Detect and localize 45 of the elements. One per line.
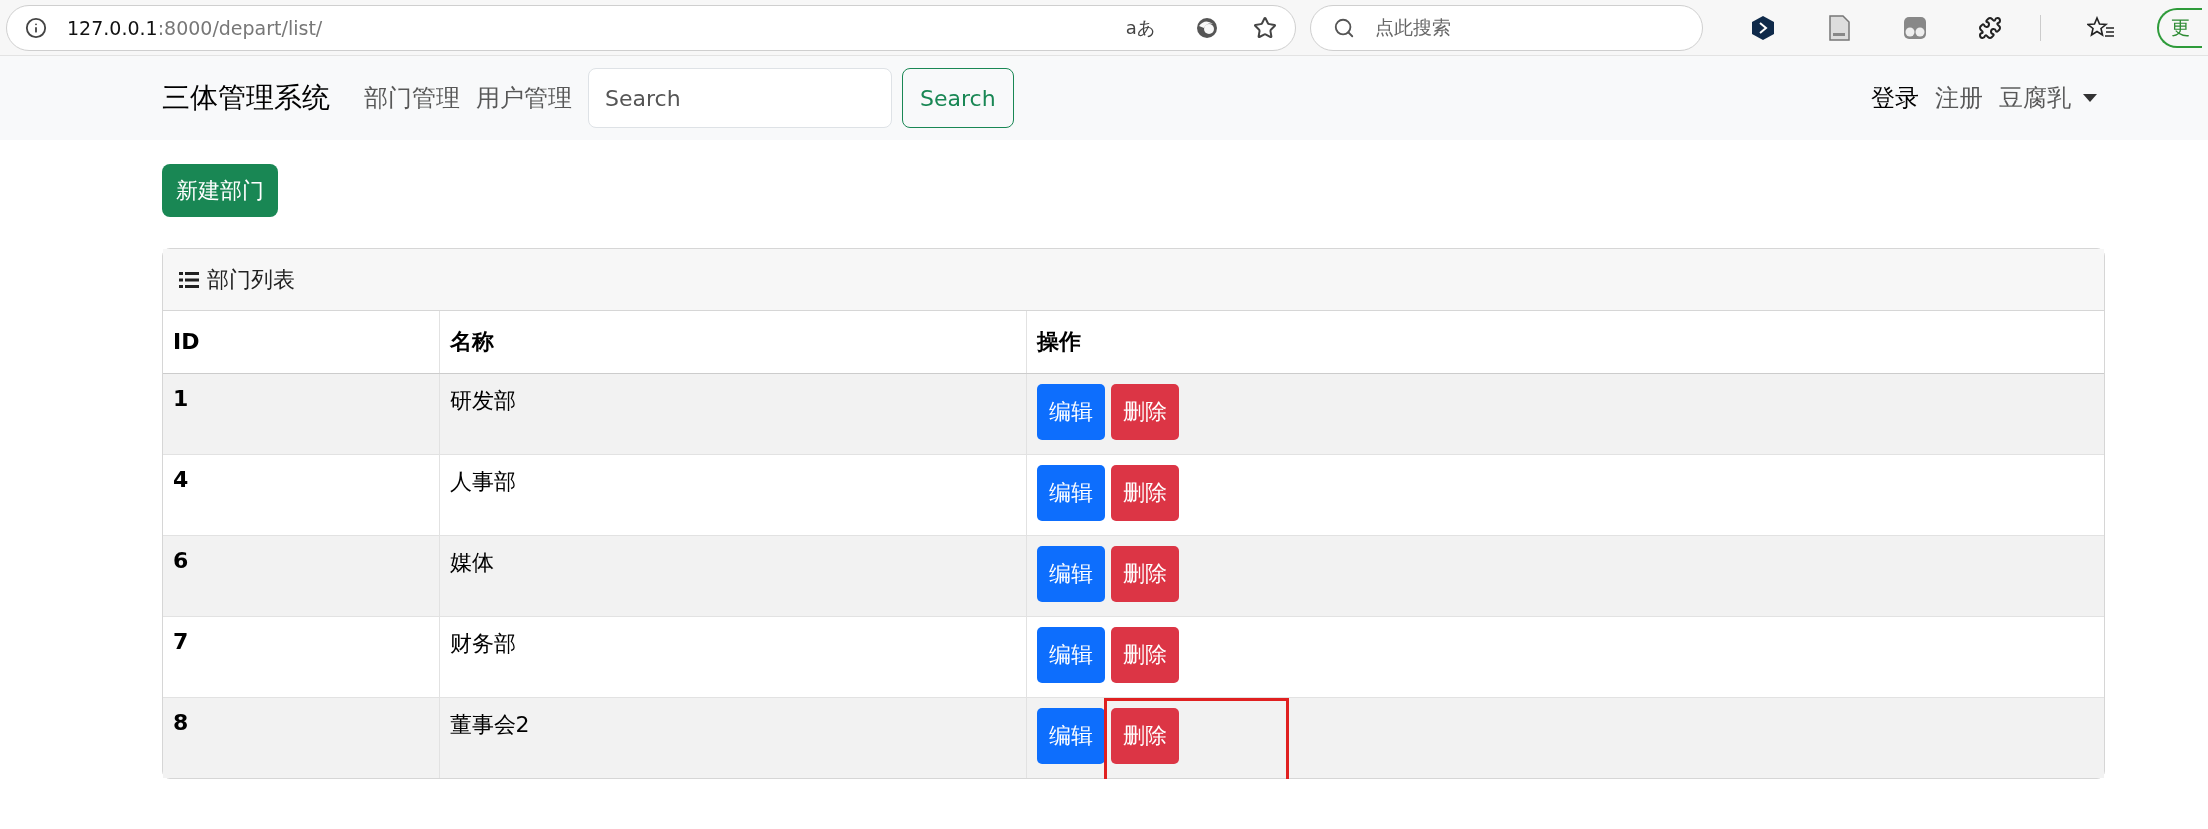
url-text: 127.0.0.1:8000/depart/list/ <box>67 16 324 39</box>
delete-button[interactable]: 删除 <box>1110 464 1179 521</box>
edit-button[interactable]: 编辑 <box>1036 545 1105 602</box>
table-cell: 财务部 <box>449 630 516 656</box>
swirl-icon[interactable] <box>1194 15 1219 40</box>
edit-button[interactable]: 编辑 <box>1036 707 1105 764</box>
nav-link[interactable]: 登录 <box>1863 82 1927 114</box>
table-cell: 8 <box>173 709 189 735</box>
new-department-button[interactable]: 新建部门 <box>162 164 278 217</box>
delete-button[interactable]: 删除 <box>1110 383 1179 440</box>
delete-button[interactable]: 删除 <box>1110 626 1179 683</box>
nav-link[interactable]: 部门管理 <box>356 82 468 114</box>
nav-link[interactable]: 用户管理 <box>468 82 580 114</box>
edit-button[interactable]: 编辑 <box>1036 464 1105 521</box>
panel-title: 部门列表 <box>207 265 295 294</box>
web-search-field[interactable]: 点此搜索 <box>1309 4 1704 51</box>
table-cell: 6 <box>173 547 189 573</box>
column-header: 名称 <box>449 328 494 354</box>
info-icon[interactable] <box>25 16 47 39</box>
list-icon <box>179 270 199 289</box>
table-cell: 人事部 <box>449 468 516 494</box>
table-cell: 董事会2 <box>449 711 530 737</box>
search-icon <box>1332 16 1355 39</box>
delete-button[interactable]: 删除 <box>1110 545 1179 602</box>
address-bar[interactable]: 127.0.0.1:8000/depart/list/ aあ <box>6 4 1296 51</box>
table-cell: 4 <box>173 466 189 492</box>
brand-title[interactable]: 三体管理系统 <box>162 79 330 117</box>
column-header: ID <box>173 329 200 355</box>
edit-button[interactable]: 编辑 <box>1036 383 1105 440</box>
delete-button[interactable]: 删除 <box>1110 707 1179 764</box>
favorite-star-icon[interactable] <box>1252 15 1277 40</box>
table-cell: 媒体 <box>449 549 494 575</box>
caret-icon <box>2083 94 2097 102</box>
table-cell: 1 <box>173 385 189 411</box>
table-cell: 7 <box>173 628 189 654</box>
search-button[interactable]: Search <box>902 68 1014 128</box>
nav-link[interactable]: 注册 <box>1927 82 1991 114</box>
read-aloud-button[interactable]: aあ <box>1125 15 1155 40</box>
table-cell: 研发部 <box>449 387 516 413</box>
update-button[interactable]: 更 <box>2157 7 2203 48</box>
search-field[interactable]: Search <box>588 68 892 128</box>
edit-button[interactable]: 编辑 <box>1036 626 1105 683</box>
user-menu[interactable]: 豆腐乳 <box>1991 82 2105 114</box>
search-placeholder: 点此搜索 <box>1374 14 1451 40</box>
column-header: 操作 <box>1036 328 1081 354</box>
